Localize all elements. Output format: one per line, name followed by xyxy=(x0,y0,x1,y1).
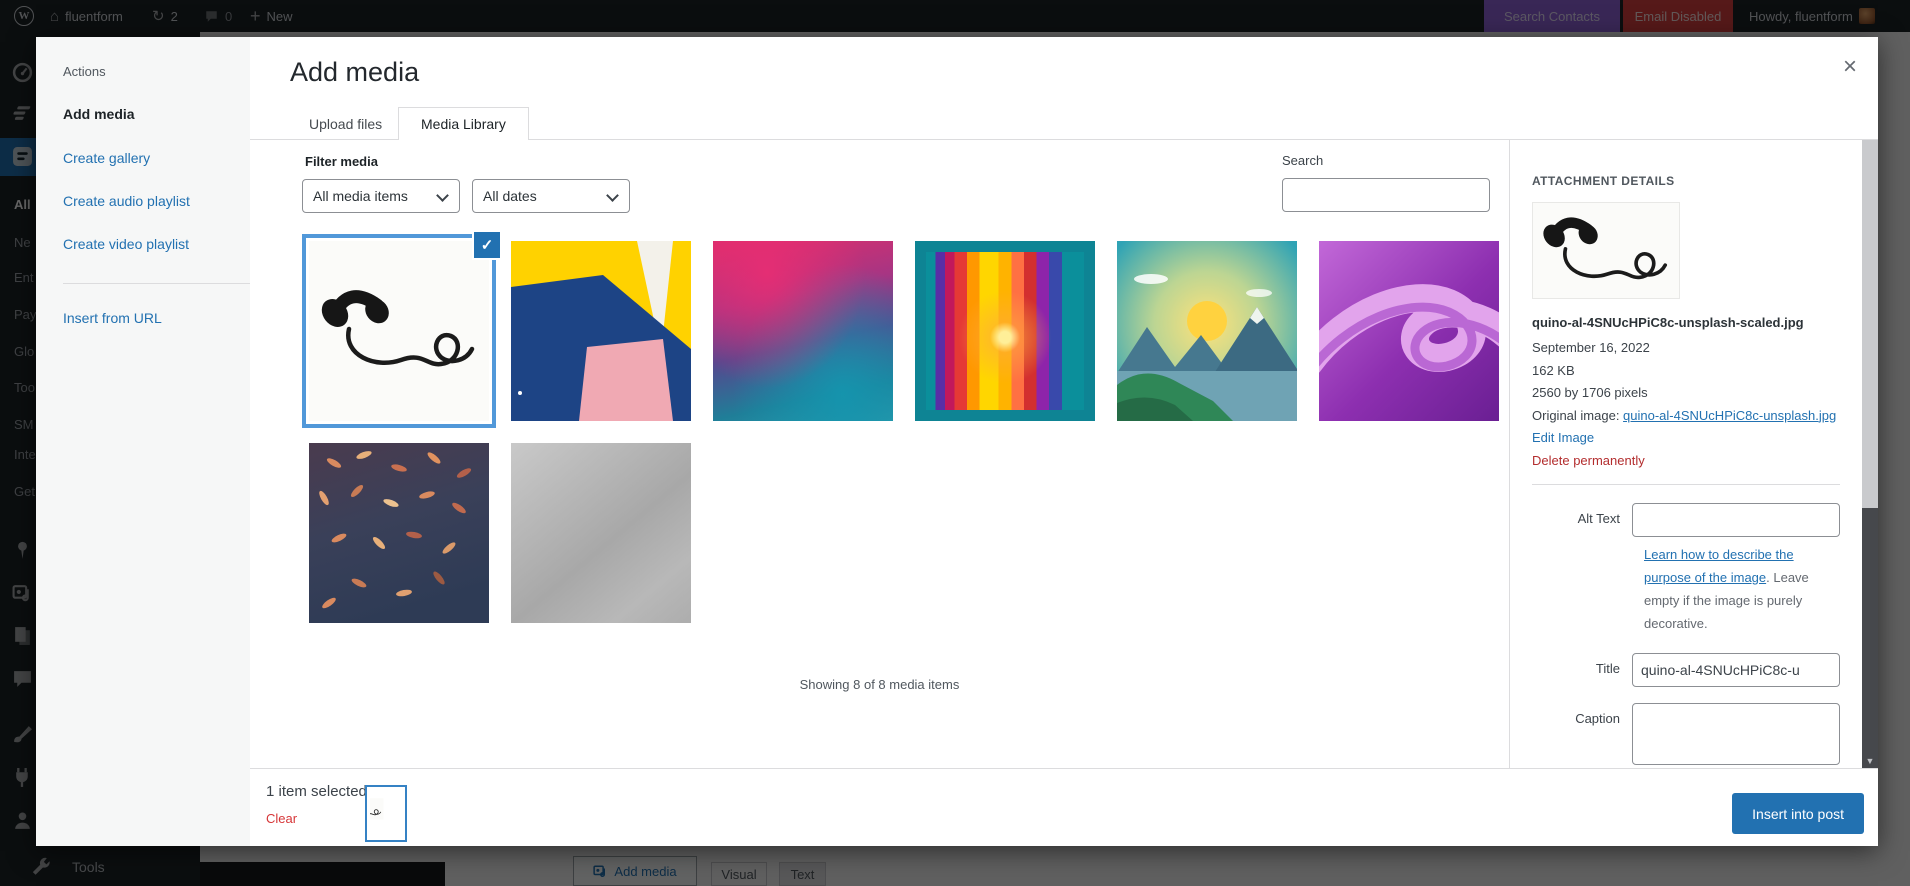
menu-divider xyxy=(63,283,250,284)
smoke-image xyxy=(713,241,893,421)
attachment-details-heading: ATTACHMENT DETAILS xyxy=(1532,174,1675,188)
attachment-filesize: 162 KB xyxy=(1532,362,1575,378)
modal-title: Add media xyxy=(290,57,420,87)
media-item-pink-teal-smoke[interactable] xyxy=(713,241,893,421)
menu-item-add-media[interactable]: Add media xyxy=(63,106,135,122)
date-filter-select[interactable]: All dates xyxy=(472,179,630,213)
media-type-select[interactable]: All media items xyxy=(302,179,460,213)
attachment-thumbnail xyxy=(1532,202,1680,299)
abstract-geometric-image xyxy=(511,241,691,421)
mountain-image xyxy=(1117,241,1297,421)
menu-item-insert-from-url[interactable]: Insert from URL xyxy=(63,310,162,326)
attachment-dimensions: 2560 by 1706 pixels xyxy=(1532,385,1648,400)
menu-item-create-audio-playlist[interactable]: Create audio playlist xyxy=(63,193,190,209)
media-item-mountain-illustration[interactable] xyxy=(1117,241,1297,421)
caption-label: Caption xyxy=(1575,711,1620,726)
add-media-modal: Actions Add media Create gallery Create … xyxy=(36,37,1878,846)
media-item-purple-swirl[interactable] xyxy=(1319,241,1499,421)
media-count-status: Showing 8 of 8 media items xyxy=(799,677,960,692)
title-label: Title xyxy=(1595,661,1620,676)
chevron-down-icon xyxy=(436,189,449,202)
modal-toolbar: 1 item selected Clear Insert into post xyxy=(250,768,1878,846)
tunnel-image xyxy=(915,241,1095,421)
petals-image xyxy=(309,443,489,623)
caption-input[interactable] xyxy=(1632,703,1840,765)
concrete-image xyxy=(511,443,691,623)
menu-item-create-video-playlist[interactable]: Create video playlist xyxy=(63,236,189,252)
media-item-abstract-geometric[interactable] xyxy=(511,241,691,421)
swirl-image xyxy=(1319,241,1499,421)
scroll-down-icon[interactable]: ▼ xyxy=(1862,756,1878,766)
media-item-telephone-selected[interactable]: ✓ xyxy=(302,232,500,428)
media-item-rainbow-tunnel[interactable] xyxy=(915,241,1095,421)
edit-image-link[interactable]: Edit Image xyxy=(1532,430,1594,445)
filter-media-label: Filter media xyxy=(305,154,378,169)
attachment-original: Original image: quino-al-4SNUcHPiC8c-uns… xyxy=(1532,405,1840,428)
menu-item-create-gallery[interactable]: Create gallery xyxy=(63,150,150,166)
date-filter-value: All dates xyxy=(483,188,537,204)
search-input[interactable] xyxy=(1282,178,1490,212)
insert-into-post-button[interactable]: Insert into post xyxy=(1732,793,1864,834)
media-item-rose-petals[interactable] xyxy=(309,443,489,623)
telephone-image xyxy=(309,241,489,421)
selection-count: 1 item selected xyxy=(266,783,367,800)
details-divider xyxy=(1532,484,1840,485)
attachment-filename: quino-al-4SNUcHPiC8c-unsplash-scaled.jpg xyxy=(1532,315,1804,330)
check-icon[interactable]: ✓ xyxy=(474,232,500,258)
original-image-label: Original image: xyxy=(1532,407,1624,423)
alt-text-input[interactable] xyxy=(1632,503,1840,537)
original-image-link[interactable]: quino-al-4SNUcHPiC8c-unsplash.jpg xyxy=(1623,408,1836,423)
alt-text-label: Alt Text xyxy=(1577,511,1620,526)
search-label: Search xyxy=(1282,153,1324,168)
clear-selection-link[interactable]: Clear xyxy=(266,811,297,826)
tab-media-library[interactable]: Media Library xyxy=(398,107,529,140)
delete-permanently-link[interactable]: Delete permanently xyxy=(1532,453,1645,468)
details-scrollbar[interactable]: ▼ xyxy=(1862,140,1878,768)
media-item-gray-concrete[interactable] xyxy=(511,443,691,623)
close-icon[interactable]: × xyxy=(1832,49,1868,85)
chevron-down-icon xyxy=(606,189,619,202)
scrollbar-thumb[interactable] xyxy=(1862,140,1878,508)
alt-text-help: Learn how to describe the purpose of the… xyxy=(1644,543,1842,635)
attachment-details-panel: ATTACHMENT DETAILS quino-al-4SNUcHPiC8c-… xyxy=(1509,140,1862,768)
title-input[interactable] xyxy=(1632,653,1840,687)
modal-actions-sidebar: Actions Add media Create gallery Create … xyxy=(36,37,250,846)
actions-heading: Actions xyxy=(63,64,106,79)
tab-upload-files[interactable]: Upload files xyxy=(305,108,386,139)
selected-item-thumbnail xyxy=(365,785,407,842)
media-type-value: All media items xyxy=(313,188,408,204)
attachment-date: September 16, 2022 xyxy=(1532,340,1650,355)
